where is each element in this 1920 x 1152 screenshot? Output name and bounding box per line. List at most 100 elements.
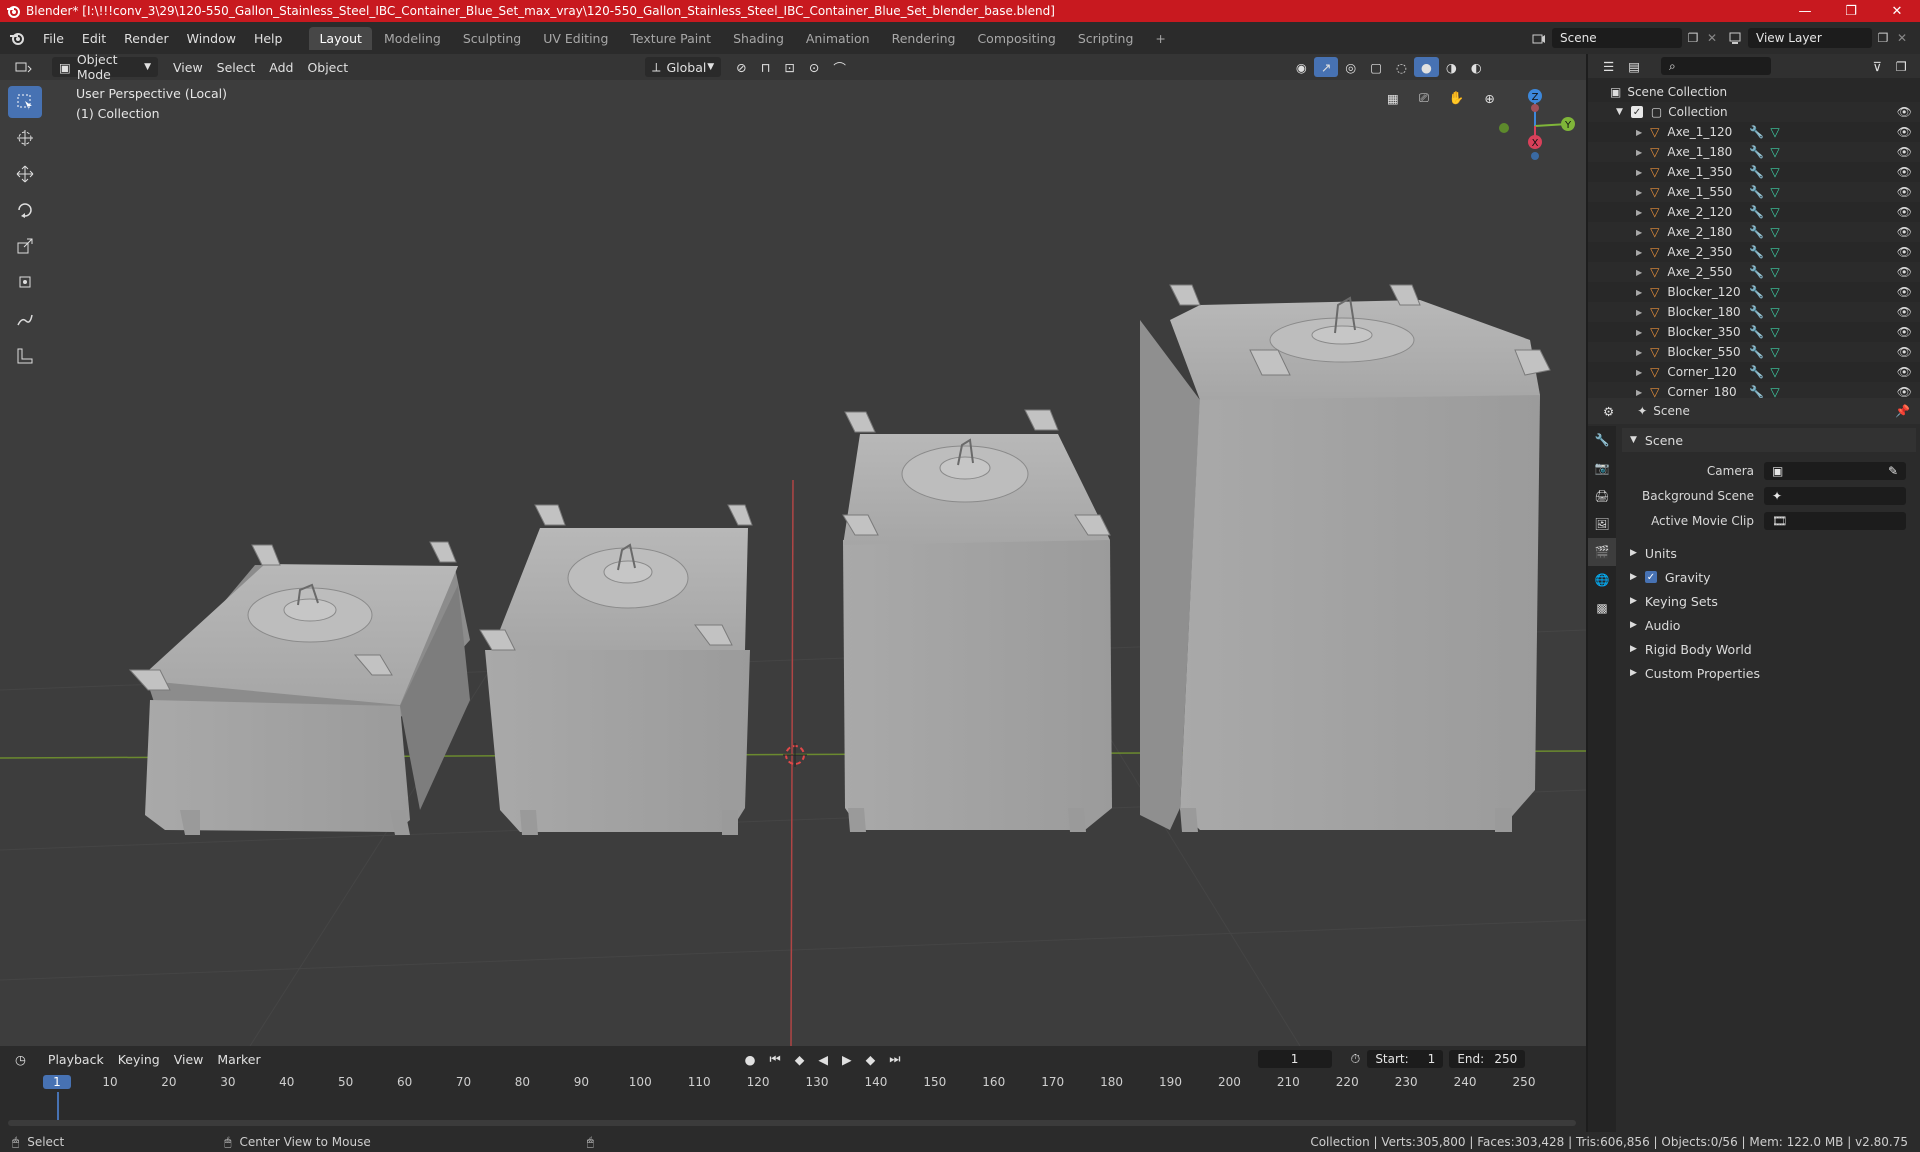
mesh-data-icon[interactable]: ▽ (1770, 165, 1779, 179)
shading-solid-icon[interactable]: ● (1413, 57, 1439, 77)
axis-navigation-gizmo[interactable]: Z Y X (1490, 84, 1580, 164)
shading-rendered-icon[interactable]: ◐ (1464, 57, 1489, 77)
menu-timeline-view[interactable]: View (167, 1049, 211, 1069)
audio-section[interactable]: ▶ Audio (1622, 613, 1916, 637)
pin-icon[interactable]: 📌 (1895, 404, 1910, 418)
modifier-wrench-icon[interactable]: 🔧 (1749, 305, 1764, 319)
outliner-item[interactable]: ▶ ▽ Corner_120 🔧 ▽ 👁 (1588, 362, 1920, 382)
view-layer-icon[interactable] (1722, 31, 1748, 45)
menu-object[interactable]: Object (300, 57, 355, 77)
properties-editor-icon[interactable]: ⚙ (1596, 401, 1621, 421)
render-tab-icon[interactable]: 📷 (1588, 454, 1616, 482)
blender-menu-icon[interactable] (0, 30, 34, 46)
scene-collection-row[interactable]: ▣ Scene Collection (1588, 82, 1920, 102)
menu-view[interactable]: View (166, 57, 210, 77)
timeline-scrollbar[interactable] (8, 1120, 1576, 1126)
gravity-checkbox[interactable]: ✓ (1644, 571, 1657, 583)
expand-arrow-icon[interactable]: ▶ (1636, 348, 1642, 357)
xray-icon[interactable]: ▢ (1363, 57, 1389, 77)
mesh-data-icon[interactable]: ▽ (1770, 385, 1779, 399)
scale-tool-icon[interactable] (8, 230, 42, 262)
background-scene-field[interactable]: ✦ (1764, 486, 1906, 505)
transform-tool-icon[interactable] (8, 266, 42, 298)
mesh-data-icon[interactable]: ▽ (1770, 185, 1779, 199)
shading-wireframe-icon[interactable]: ◌ (1389, 57, 1414, 77)
eye-icon[interactable]: 👁 (1897, 125, 1912, 139)
modifier-wrench-icon[interactable]: 🔧 (1749, 145, 1764, 159)
jump-start-icon[interactable]: ⏮ (763, 1049, 788, 1069)
mesh-data-icon[interactable]: ▽ (1770, 145, 1779, 159)
play-icon[interactable]: ▶ (835, 1049, 859, 1069)
modifier-wrench-icon[interactable]: 🔧 (1749, 185, 1764, 199)
expand-arrow-icon[interactable]: ▶ (1636, 308, 1642, 317)
record-icon[interactable]: ● (738, 1049, 763, 1069)
modifier-wrench-icon[interactable]: 🔧 (1749, 125, 1764, 139)
expand-arrow-icon[interactable]: ▶ (1636, 248, 1642, 257)
eye-icon[interactable]: 👁 (1897, 245, 1912, 259)
editor-type-icon[interactable] (8, 57, 40, 77)
new-view-layer-icon[interactable]: ❐ (1872, 31, 1894, 45)
mesh-data-icon[interactable]: ▽ (1770, 325, 1779, 339)
movie-clip-field[interactable]: 🎞 (1764, 511, 1906, 530)
menu-window[interactable]: Window (178, 31, 245, 46)
tab-layout[interactable]: Layout (309, 26, 372, 50)
3d-viewport[interactable]: ▣ Object Mode ▼ View Select Add Object ⟂… (0, 54, 1586, 1046)
mesh-data-icon[interactable]: ▽ (1770, 265, 1779, 279)
new-collection-icon[interactable]: ❐ (1889, 56, 1914, 76)
ibc-container-550[interactable] (1140, 284, 1551, 832)
outliner-item[interactable]: ▶ ▽ Axe_1_350 🔧 ▽ 👁 (1588, 162, 1920, 182)
units-section[interactable]: ▶ Units (1622, 541, 1916, 565)
modifier-wrench-icon[interactable]: 🔧 (1749, 365, 1764, 379)
tab-animation[interactable]: Animation (796, 27, 880, 50)
end-frame-field[interactable]: End: 250 (1449, 1050, 1526, 1068)
tab-scripting[interactable]: Scripting (1068, 27, 1144, 50)
next-keyframe-icon[interactable]: ◆ (859, 1049, 883, 1069)
tab-rendering[interactable]: Rendering (882, 27, 966, 50)
eye-icon[interactable]: 👁 (1897, 305, 1912, 319)
overlays-icon[interactable]: ◎ (1338, 57, 1363, 77)
tab-sculpting[interactable]: Sculpting (453, 27, 531, 50)
scene-name-field[interactable]: Scene (1552, 28, 1682, 48)
expand-arrow-icon[interactable]: ▶ (1636, 288, 1642, 297)
modifier-wrench-icon[interactable]: 🔧 (1749, 225, 1764, 239)
outliner-item[interactable]: ▶ ▽ Axe_2_350 🔧 ▽ 👁 (1588, 242, 1920, 262)
modifier-wrench-icon[interactable]: 🔧 (1749, 245, 1764, 259)
menu-add[interactable]: Add (262, 57, 300, 77)
pan-hand-icon[interactable]: ✋ (1442, 88, 1472, 108)
modifier-wrench-icon[interactable]: 🔧 (1749, 325, 1764, 339)
rotate-tool-icon[interactable] (8, 194, 42, 226)
transform-orientation-dropdown[interactable]: ⟂ Global ▼ (645, 57, 722, 77)
gravity-section[interactable]: ▶ ✓ Gravity (1622, 565, 1916, 589)
eye-icon[interactable]: 👁 (1897, 365, 1912, 379)
outliner-item[interactable]: ▶ ▽ Blocker_180 🔧 ▽ 👁 (1588, 302, 1920, 322)
falloff-icon[interactable]: ⌒ (826, 57, 853, 77)
expand-arrow-icon[interactable]: ▶ (1636, 188, 1642, 197)
eye-icon[interactable]: 👁 (1897, 285, 1912, 299)
menu-edit[interactable]: Edit (73, 31, 115, 46)
outliner-item[interactable]: ▶ ▽ Blocker_550 🔧 ▽ 👁 (1588, 342, 1920, 362)
outliner-editor-icon[interactable]: ☰ (1596, 56, 1621, 76)
outliner-item[interactable]: ▶ ▽ Axe_1_180 🔧 ▽ 👁 (1588, 142, 1920, 162)
outliner-item[interactable]: ▶ ▽ Blocker_120 🔧 ▽ 👁 (1588, 282, 1920, 302)
tab-uv-editing[interactable]: UV Editing (533, 27, 618, 50)
mesh-data-icon[interactable]: ▽ (1770, 365, 1779, 379)
expand-arrow-icon[interactable]: ▶ (1636, 368, 1642, 377)
modifier-wrench-icon[interactable]: 🔧 (1749, 285, 1764, 299)
rigid-body-world-section[interactable]: ▶ Rigid Body World (1622, 637, 1916, 661)
eye-icon[interactable]: 👁 (1897, 145, 1912, 159)
eye-icon[interactable]: 👁 (1897, 185, 1912, 199)
proportional-edit-icon[interactable]: ⊙ (802, 57, 826, 77)
timeline-editor-icon[interactable]: ◷ (8, 1049, 33, 1069)
outliner-item[interactable]: ▶ ▽ Axe_1_120 🔧 ▽ 👁 (1588, 122, 1920, 142)
mesh-data-icon[interactable]: ▽ (1770, 305, 1779, 319)
start-frame-field[interactable]: Start: 1 (1367, 1050, 1444, 1068)
measure-tool-icon[interactable] (8, 340, 42, 372)
cursor-tool-icon[interactable] (8, 122, 42, 154)
current-frame-field[interactable]: 1 (1257, 1050, 1332, 1068)
mesh-data-icon[interactable]: ▽ (1770, 345, 1779, 359)
menu-select[interactable]: Select (210, 57, 263, 77)
filter-icon[interactable]: ⊽ (1866, 56, 1889, 76)
eye-icon[interactable]: 👁 (1897, 265, 1912, 279)
expand-arrow-icon[interactable]: ▶ (1636, 208, 1642, 217)
output-tab-icon[interactable]: 🖨 (1588, 482, 1616, 510)
